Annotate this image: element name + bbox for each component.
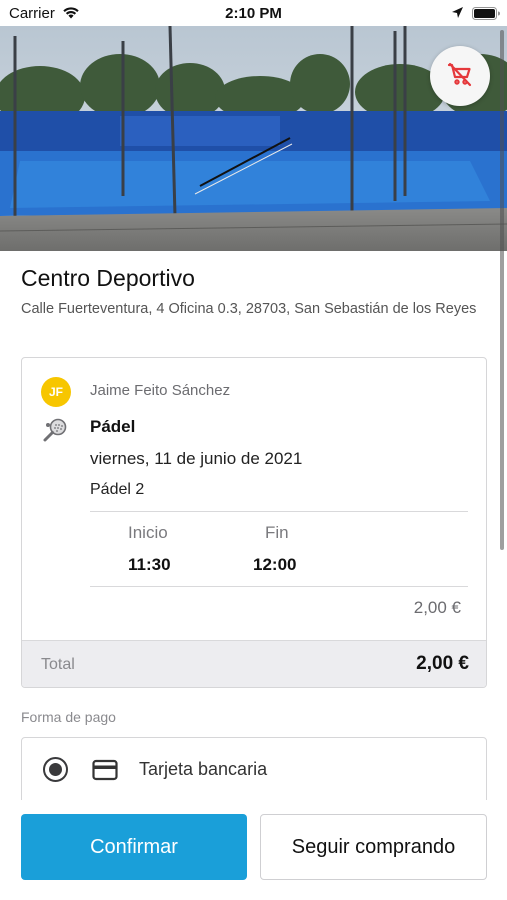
court-name: Pádel 2 bbox=[90, 481, 145, 498]
total-label: Total bbox=[41, 656, 75, 673]
bottom-action-bar: Confirmar Seguir comprando bbox=[0, 800, 507, 900]
padel-racket-icon bbox=[41, 417, 69, 450]
location-arrow-icon bbox=[451, 6, 464, 24]
status-bar: Carrier 2:10 PM bbox=[0, 0, 507, 26]
continue-shopping-button[interactable]: Seguir comprando bbox=[260, 814, 487, 880]
club-address: Calle Fuerteventura, 4 Oficina 0.3, 2870… bbox=[21, 301, 477, 317]
total-row: Total 2,00 € bbox=[22, 640, 486, 687]
start-label: Inicio bbox=[128, 523, 168, 542]
credit-card-icon bbox=[92, 759, 118, 786]
booking-date: viernes, 11 de junio de 2021 bbox=[90, 449, 303, 468]
payment-heading: Forma de pago bbox=[21, 709, 116, 725]
end-label: Fin bbox=[265, 523, 289, 542]
remove-from-cart-button[interactable] bbox=[430, 46, 490, 106]
avatar: JF bbox=[41, 377, 71, 407]
club-name: Centro Deportivo bbox=[21, 265, 195, 291]
start-time: 11:30 bbox=[128, 555, 171, 574]
booking-card: JF Jaime Feito Sánchez Pádel viernes, 11… bbox=[21, 357, 487, 688]
cart-off-icon bbox=[446, 60, 474, 93]
status-time: 2:10 PM bbox=[225, 5, 282, 22]
item-price: 2,00 € bbox=[413, 598, 461, 617]
end-time: 12:00 bbox=[253, 555, 297, 574]
scrollbar[interactable] bbox=[500, 30, 504, 550]
payment-radio[interactable] bbox=[43, 757, 68, 782]
confirm-button[interactable]: Confirmar bbox=[21, 814, 247, 880]
payment-method-label: Tarjeta bancaria bbox=[139, 759, 268, 779]
divider bbox=[90, 511, 468, 512]
battery-icon bbox=[472, 7, 500, 25]
user-name: Jaime Feito Sánchez bbox=[90, 382, 231, 399]
divider bbox=[90, 586, 468, 587]
sport-name: Pádel bbox=[90, 417, 136, 436]
total-value: 2,00 € bbox=[416, 653, 469, 674]
club-photo bbox=[0, 26, 507, 251]
radio-selected-dot bbox=[49, 763, 62, 776]
payment-option-card[interactable]: Tarjeta bancaria bbox=[21, 737, 487, 807]
